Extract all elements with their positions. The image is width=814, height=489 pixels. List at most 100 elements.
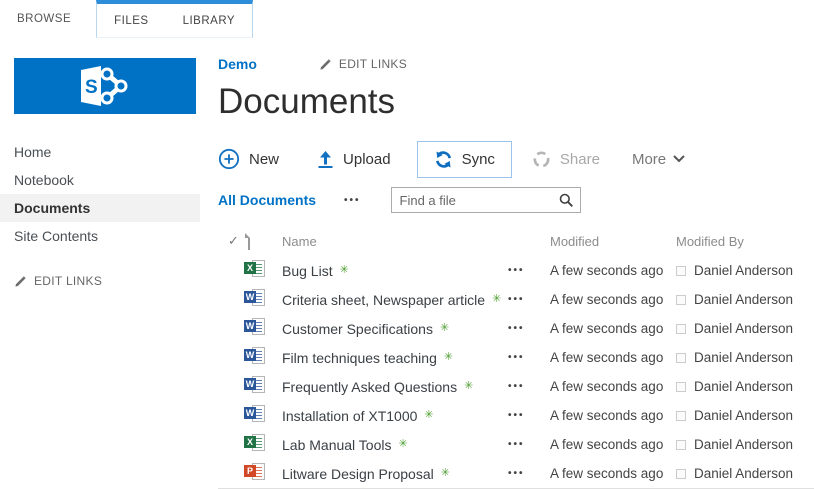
share-icon — [533, 151, 550, 167]
file-link[interactable]: Bug List — [282, 263, 333, 279]
sidebar: S Home Notebook Documents Site Contents … — [0, 38, 200, 489]
search-icon[interactable] — [559, 193, 574, 208]
share-button[interactable]: Share — [532, 150, 600, 169]
modified-cell: A few seconds ago — [550, 437, 664, 452]
sharepoint-logo-icon: S — [81, 66, 128, 106]
tab-library[interactable]: LIBRARY — [166, 4, 253, 37]
row-ellipsis-menu[interactable]: ••• — [508, 265, 542, 276]
sidebar-nav: Home Notebook Documents Site Contents — [0, 138, 200, 250]
row-ellipsis-menu[interactable]: ••• — [508, 468, 542, 479]
row-ellipsis-menu[interactable]: ••• — [508, 410, 542, 421]
upload-arrow-icon — [318, 151, 333, 168]
modified-by-name[interactable]: Daniel Anderson — [694, 321, 793, 336]
column-header-modified[interactable]: Modified — [542, 234, 664, 249]
table-row[interactable]: W Criteria sheet, Newspaper article ✳ ••… — [218, 285, 814, 314]
modified-by-name[interactable]: Daniel Anderson — [694, 437, 793, 452]
pencil-icon — [15, 275, 26, 287]
sharepoint-logo[interactable]: S — [14, 58, 196, 114]
new-button[interactable]: New — [218, 148, 279, 170]
row-ellipsis-menu[interactable]: ••• — [508, 381, 542, 392]
table-header: ✓ Name Modified Modified By — [218, 226, 814, 256]
file-type-icon: X — [244, 260, 266, 278]
modified-cell: A few seconds ago — [550, 466, 664, 481]
select-all-checkmark[interactable]: ✓ — [218, 233, 244, 249]
modified-by-cell: Daniel Anderson — [664, 292, 814, 307]
sync-button[interactable]: Sync — [416, 140, 512, 178]
upload-button-label: Upload — [343, 150, 391, 168]
row-ellipsis-menu[interactable]: ••• — [508, 439, 542, 450]
top-edit-links[interactable]: EDIT LINKS — [319, 57, 407, 71]
modified-by-cell: Daniel Anderson — [664, 437, 814, 452]
find-a-file-searchbox — [390, 187, 581, 213]
table-row[interactable]: W Installation of XT1000 ✳ ••• A few sec… — [218, 401, 814, 430]
file-type-icon: W — [244, 318, 266, 336]
presence-indicator — [676, 352, 686, 363]
row-ellipsis-menu[interactable]: ••• — [508, 294, 542, 305]
table-row[interactable]: X Bug List ✳ ••• A few seconds ago Danie… — [218, 256, 814, 285]
new-item-icon: ✳ — [398, 438, 408, 450]
svg-text:S: S — [85, 77, 98, 98]
new-item-icon: ✳ — [440, 467, 450, 479]
file-link[interactable]: Lab Manual Tools — [282, 437, 391, 453]
main-content: Demo EDIT LINKS Documents New Upload Syn… — [200, 38, 814, 489]
modified-cell: A few seconds ago — [550, 263, 664, 278]
tab-files[interactable]: FILES — [97, 4, 165, 37]
modified-cell: A few seconds ago — [550, 292, 664, 307]
presence-indicator — [676, 294, 686, 305]
modified-by-cell: Daniel Anderson — [664, 466, 814, 481]
file-column-icon — [248, 232, 250, 250]
sidebar-item-documents[interactable]: Documents — [0, 194, 200, 222]
file-link[interactable]: Film techniques teaching — [282, 350, 437, 366]
table-row[interactable]: W Frequently Asked Questions ✳ ••• A few… — [218, 372, 814, 401]
modified-by-cell: Daniel Anderson — [664, 379, 814, 394]
toolbar: New Upload Sync Share More — [218, 140, 814, 178]
presence-indicator — [676, 468, 686, 479]
ribbon-tab-group: FILES LIBRARY — [96, 0, 254, 38]
file-link[interactable]: Installation of XT1000 — [282, 408, 417, 424]
search-input[interactable] — [391, 188, 580, 212]
file-link[interactable]: Frequently Asked Questions — [282, 379, 457, 395]
file-type-icon: X — [244, 434, 266, 452]
sidebar-item-site-contents[interactable]: Site Contents — [0, 222, 200, 250]
row-ellipsis-menu[interactable]: ••• — [508, 352, 542, 363]
row-ellipsis-menu[interactable]: ••• — [508, 323, 542, 334]
modified-by-name[interactable]: Daniel Anderson — [694, 292, 793, 307]
sidebar-item-notebook[interactable]: Notebook — [0, 166, 200, 194]
modified-by-name[interactable]: Daniel Anderson — [694, 466, 793, 481]
column-header-name[interactable]: Name — [276, 234, 508, 249]
view-options-ellipsis[interactable]: ••• — [344, 195, 361, 206]
more-button[interactable]: More — [632, 151, 685, 168]
modified-by-cell: Daniel Anderson — [664, 408, 814, 423]
table-row[interactable]: P Litware Design Proposal ✳ ••• A few se… — [218, 459, 814, 488]
upload-button[interactable]: Upload — [317, 150, 391, 168]
table-row[interactable]: W Film techniques teaching ✳ ••• A few s… — [218, 343, 814, 372]
presence-indicator — [676, 410, 686, 421]
sidebar-item-home[interactable]: Home — [0, 138, 200, 166]
presence-indicator — [676, 265, 686, 276]
document-list: X Bug List ✳ ••• A few seconds ago Danie… — [218, 256, 814, 489]
view-all-documents[interactable]: All Documents — [218, 192, 316, 208]
file-link[interactable]: Criteria sheet, Newspaper article — [282, 292, 485, 308]
sidebar-edit-links-label: EDIT LINKS — [34, 274, 103, 288]
file-link[interactable]: Customer Specifications — [282, 321, 433, 337]
tab-browse[interactable]: BROWSE — [0, 0, 88, 38]
sidebar-edit-links[interactable]: EDIT LINKS — [0, 274, 200, 288]
modified-by-name[interactable]: Daniel Anderson — [694, 408, 793, 423]
table-row[interactable]: W Customer Specifications ✳ ••• A few se… — [218, 314, 814, 343]
table-row[interactable]: X Lab Manual Tools ✳ ••• A few seconds a… — [218, 430, 814, 459]
presence-indicator — [676, 439, 686, 450]
file-link[interactable]: Litware Design Proposal — [282, 466, 434, 482]
file-type-icon: W — [244, 405, 266, 423]
new-item-icon: ✳ — [492, 293, 502, 305]
modified-by-name[interactable]: Daniel Anderson — [694, 350, 793, 365]
pencil-icon — [320, 58, 331, 70]
modified-by-name[interactable]: Daniel Anderson — [694, 263, 793, 278]
column-header-modified-by[interactable]: Modified By — [664, 234, 814, 249]
new-item-icon: ✳ — [424, 409, 434, 421]
modified-cell: A few seconds ago — [550, 321, 664, 336]
share-button-label: Share — [559, 150, 600, 168]
modified-by-name[interactable]: Daniel Anderson — [694, 379, 793, 394]
site-link-demo[interactable]: Demo — [218, 56, 257, 72]
sync-icon — [435, 150, 451, 168]
modified-cell: A few seconds ago — [550, 408, 664, 423]
